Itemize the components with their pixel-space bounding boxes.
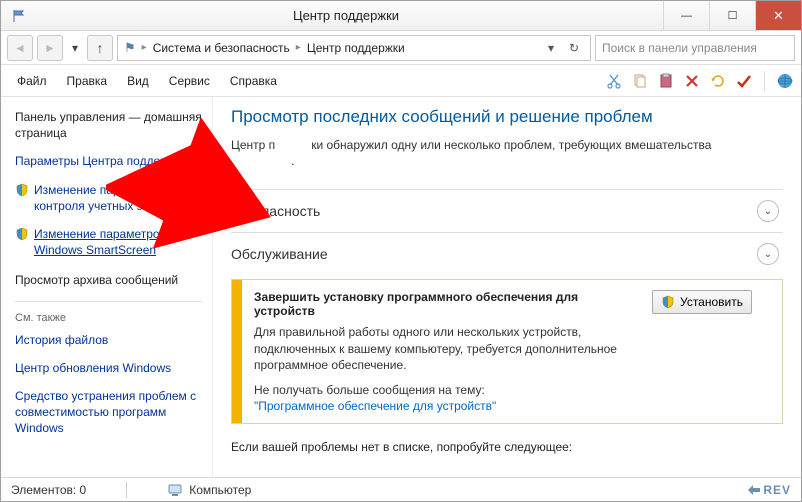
- apply-icon[interactable]: [734, 71, 754, 91]
- address-bar[interactable]: ⚑ ▸ Система и безопасность ▸ Центр подде…: [117, 35, 591, 61]
- menu-service[interactable]: Сервис: [159, 70, 220, 92]
- undo-icon[interactable]: [708, 71, 728, 91]
- status-computer-label: Компьютер: [189, 483, 251, 497]
- alert-severity-stripe: [232, 280, 242, 423]
- section-maintenance[interactable]: Обслуживание ⌄: [231, 232, 783, 275]
- sidebar-item-smartscreen[interactable]: Изменение параметров Windows SmartScreen: [15, 226, 202, 258]
- menu-bar: Файл Правка Вид Сервис Справка: [1, 65, 801, 97]
- flag-icon: ⚑: [124, 40, 136, 56]
- window-title: Центр поддержки: [29, 8, 663, 23]
- minimize-button[interactable]: —: [663, 1, 709, 30]
- up-button[interactable]: ↑: [87, 35, 113, 61]
- shield-icon: [15, 227, 29, 241]
- alert-box: Завершить установку программного обеспеч…: [231, 279, 783, 424]
- forward-button[interactable]: ►: [37, 35, 63, 61]
- menu-edit[interactable]: Правка: [57, 70, 118, 92]
- back-button[interactable]: ◄: [7, 35, 33, 61]
- shield-icon: [661, 295, 675, 309]
- paste-icon[interactable]: [656, 71, 676, 91]
- chevron-right-icon: ▸: [296, 42, 301, 53]
- globe-icon[interactable]: [775, 71, 795, 91]
- computer-icon: [167, 482, 183, 498]
- sidebar-item-home[interactable]: Панель управления — домашняя страница: [15, 109, 202, 141]
- sidebar-item-uac[interactable]: Изменение параметров контроля учетных за…: [15, 182, 202, 214]
- history-dropdown-button[interactable]: ▾: [67, 35, 83, 61]
- expand-maintenance-button[interactable]: ⌄: [757, 243, 779, 265]
- title-bar: Центр поддержки — ☐ ✕: [1, 1, 801, 31]
- page-heading: Просмотр последних сообщений и решение п…: [231, 107, 783, 127]
- breadcrumb-segment[interactable]: Центр поддержки: [307, 41, 405, 55]
- menu-view[interactable]: Вид: [117, 70, 159, 92]
- breadcrumb-segment[interactable]: Система и безопасность: [153, 41, 290, 55]
- cut-icon[interactable]: [604, 71, 624, 91]
- shield-icon: [15, 183, 29, 197]
- search-input[interactable]: Поиск в панели управления: [595, 35, 795, 61]
- address-dropdown-button[interactable]: ▾: [541, 41, 561, 55]
- install-button[interactable]: Установить: [652, 290, 752, 314]
- app-flag-icon: [9, 6, 29, 26]
- address-bar-row: ◄ ► ▾ ↑ ⚑ ▸ Система и безопасность ▸ Цен…: [1, 31, 801, 65]
- delete-icon[interactable]: [682, 71, 702, 91]
- status-elements-count: Элементов: 0: [11, 483, 86, 497]
- sidebar-seealso-header: См. также: [15, 312, 202, 324]
- menu-file[interactable]: Файл: [7, 70, 57, 92]
- alert-suppress-link[interactable]: "Программное обеспечение для устройств": [254, 399, 640, 413]
- sidebar-item-ac-settings[interactable]: Параметры Центра поддержки: [15, 153, 202, 169]
- alert-description: Для правильной работы одного или несколь…: [254, 324, 640, 373]
- footer-text: Если вашей проблемы нет в списке, попроб…: [231, 440, 783, 454]
- sidebar-seealso-update[interactable]: Центр обновления Windows: [15, 360, 202, 376]
- refresh-button[interactable]: ↻: [564, 41, 584, 55]
- sidebar: Панель управления — домашняя страница Па…: [1, 97, 213, 477]
- alert-title: Завершить установку программного обеспеч…: [254, 290, 640, 318]
- sidebar-item-archive[interactable]: Просмотр архива сообщений: [15, 272, 202, 288]
- brand-watermark: REV: [747, 483, 791, 497]
- search-placeholder: Поиск в панели управления: [602, 41, 757, 55]
- section-security[interactable]: Безопасность ⌄: [231, 189, 783, 232]
- copy-icon[interactable]: [630, 71, 650, 91]
- maximize-button[interactable]: ☐: [709, 1, 755, 30]
- main-content: Просмотр последних сообщений и решение п…: [213, 97, 801, 477]
- expand-security-button[interactable]: ⌄: [757, 200, 779, 222]
- close-button[interactable]: ✕: [755, 1, 801, 30]
- alert-link-label: Не получать больше сообщения на тему:: [254, 383, 640, 397]
- sidebar-seealso-compat[interactable]: Средство устранения проблем с совместимо…: [15, 388, 202, 437]
- sidebar-seealso-filehistory[interactable]: История файлов: [15, 332, 202, 348]
- chevron-right-icon: ▸: [142, 42, 147, 53]
- page-subtext: Центр пxxxxxxки обнаружил одну или неско…: [231, 137, 783, 169]
- status-bar: Элементов: 0 Компьютер REV: [1, 477, 801, 501]
- menu-help[interactable]: Справка: [220, 70, 287, 92]
